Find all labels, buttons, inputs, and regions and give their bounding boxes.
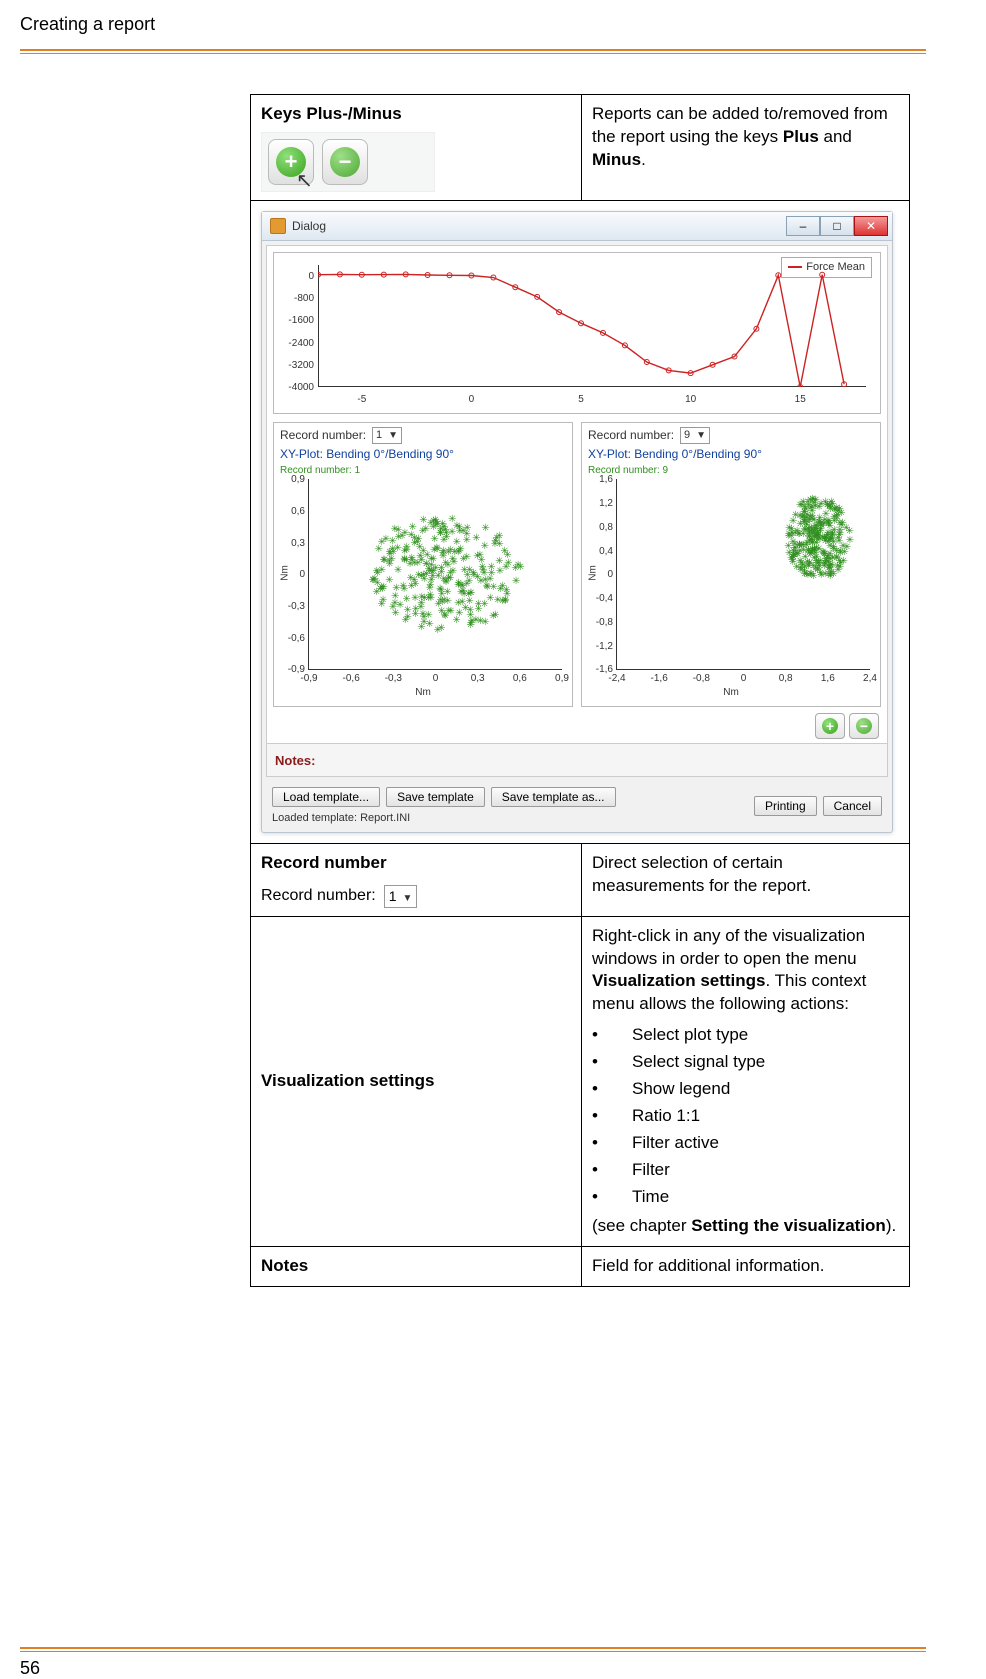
divider bbox=[20, 53, 926, 54]
plus-button-small[interactable]: + bbox=[815, 713, 845, 739]
x-axis-label: Nm bbox=[280, 686, 566, 700]
scatter-sub: Record number: 9 bbox=[588, 464, 874, 478]
minus-button[interactable]: − bbox=[322, 139, 368, 185]
load-template-button[interactable]: Load template... bbox=[272, 787, 380, 807]
text: Minus bbox=[592, 150, 641, 169]
running-header: Creating a report bbox=[20, 10, 926, 49]
text: Setting the visualization bbox=[691, 1216, 886, 1235]
text: ). bbox=[886, 1216, 896, 1235]
list-item: •Show legend bbox=[592, 1076, 899, 1103]
minus-icon: − bbox=[856, 718, 872, 734]
record-number-label: Record number: bbox=[261, 885, 376, 907]
cancel-button[interactable]: Cancel bbox=[823, 796, 882, 816]
record-number-label: Record number: bbox=[280, 427, 366, 443]
plus-icon: + bbox=[822, 718, 838, 734]
minus-icon: − bbox=[330, 147, 360, 177]
notes-field-label: Notes: bbox=[267, 743, 887, 777]
dialog-titlebar: Dialog – □ ✕ bbox=[262, 212, 892, 241]
notes-desc: Field for additional information. bbox=[582, 1246, 910, 1286]
scatter-title: XY-Plot: Bending 0°/Bending 90° bbox=[280, 446, 566, 462]
scatter-panel-right[interactable]: Record number: 9▼ XY-Plot: Bending 0°/Ben… bbox=[581, 422, 881, 707]
record-number-desc: Direct selection of certain measurements… bbox=[582, 843, 910, 916]
minus-button-small[interactable]: − bbox=[849, 713, 879, 739]
record-number-select[interactable]: 1▼ bbox=[384, 885, 418, 908]
save-template-as-button[interactable]: Save template as... bbox=[491, 787, 616, 807]
divider bbox=[20, 1647, 926, 1649]
printing-button[interactable]: Printing bbox=[754, 796, 817, 816]
scatter-title: XY-Plot: Bending 0°/Bending 90° bbox=[588, 446, 874, 462]
scatter-sub: Record number: 1 bbox=[280, 464, 566, 478]
maximize-button[interactable]: □ bbox=[820, 216, 854, 236]
row-title-keys: Keys Plus-/Minus bbox=[261, 103, 571, 126]
dialog-window: Dialog – □ ✕ Force Mean bbox=[261, 211, 893, 833]
row-title-record-number: Record number bbox=[261, 852, 571, 875]
list-item: •Select plot type bbox=[592, 1022, 899, 1049]
list-item: •Filter active bbox=[592, 1130, 899, 1157]
minimize-button[interactable]: – bbox=[786, 216, 820, 236]
loaded-template-label: Loaded template: Report.INI bbox=[272, 807, 616, 826]
row-title-viz: Visualization settings bbox=[261, 1070, 571, 1093]
record-number-label: Record number: bbox=[588, 427, 674, 443]
text: Visualization settings bbox=[592, 971, 766, 990]
list-item: •Ratio 1:1 bbox=[592, 1103, 899, 1130]
scatter-panel-left[interactable]: Record number: 1▼ XY-Plot: Bending 0°/Ben… bbox=[273, 422, 573, 707]
content-table: Keys Plus-/Minus + − ↖ Reports can be ad… bbox=[250, 94, 910, 1287]
text: and bbox=[819, 127, 852, 146]
text: Right-click in any of the visualization … bbox=[592, 926, 865, 968]
viz-bullet-list: •Select plot type•Select signal type•Sho… bbox=[592, 1022, 899, 1211]
text: Plus bbox=[783, 127, 819, 146]
text: . bbox=[641, 150, 646, 169]
record-number-select[interactable]: 1▼ bbox=[372, 427, 402, 444]
dialog-icon bbox=[270, 218, 286, 234]
x-axis-label: Nm bbox=[588, 686, 874, 700]
record-number-select[interactable]: 9▼ bbox=[680, 427, 710, 444]
dialog-title: Dialog bbox=[292, 218, 326, 234]
list-item: •Filter bbox=[592, 1157, 899, 1184]
list-item: •Time bbox=[592, 1184, 899, 1211]
plus-minus-illustration: + − ↖ bbox=[261, 132, 435, 192]
close-button[interactable]: ✕ bbox=[854, 216, 888, 236]
divider bbox=[20, 1651, 926, 1652]
row-title-notes: Notes bbox=[261, 1256, 308, 1275]
divider bbox=[20, 49, 926, 51]
list-item: •Select signal type bbox=[592, 1049, 899, 1076]
cursor-icon: ↖ bbox=[296, 168, 313, 195]
save-template-button[interactable]: Save template bbox=[386, 787, 485, 807]
keys-description: Reports can be added to/removed from the… bbox=[582, 95, 910, 201]
text: (see chapter bbox=[592, 1216, 691, 1235]
top-line-chart[interactable]: Force Mean 0-800-1600-2400-3200-4000-505… bbox=[273, 252, 881, 414]
page-number: 56 bbox=[20, 1658, 926, 1679]
